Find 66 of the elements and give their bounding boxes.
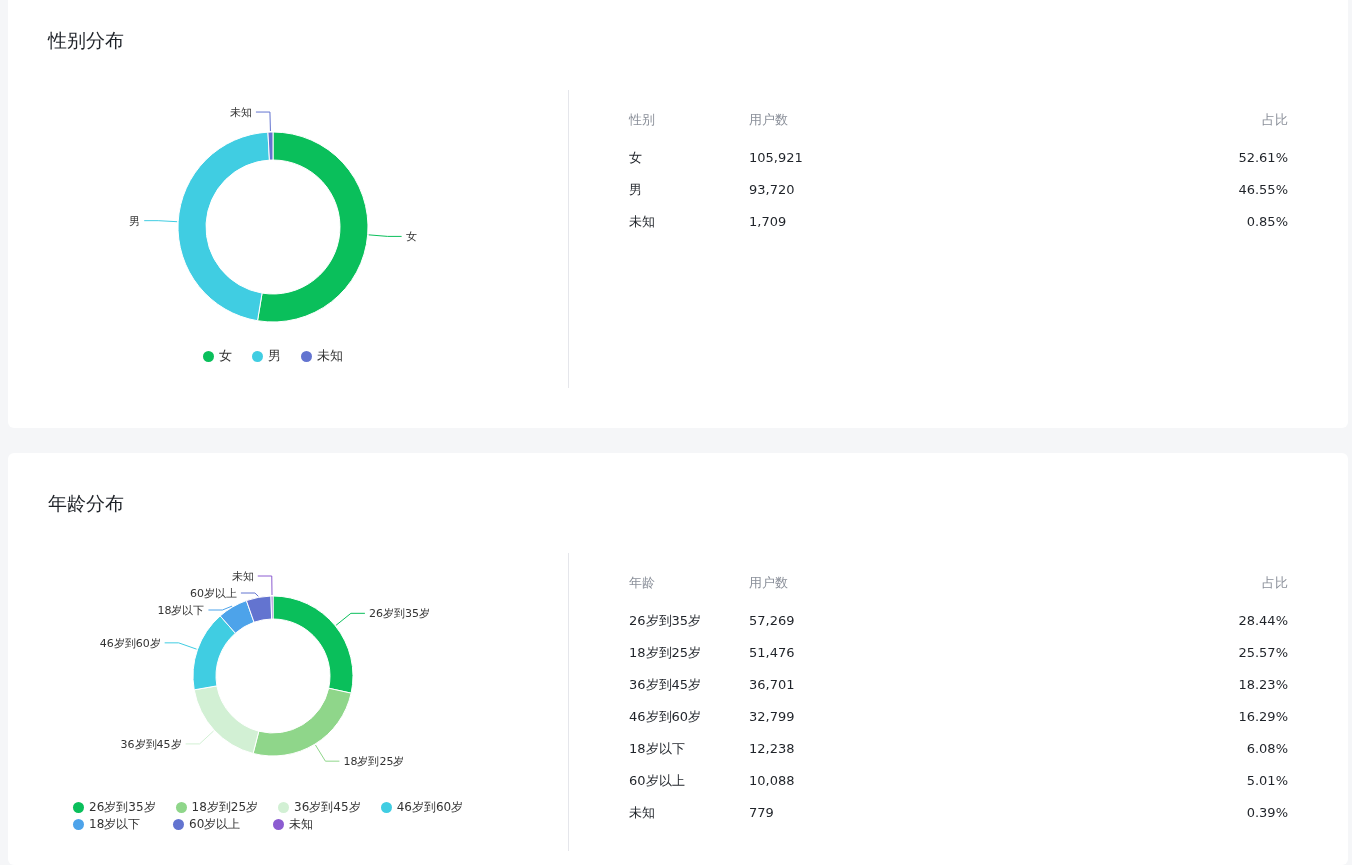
table-cell: 16.29% (1238, 709, 1288, 724)
legend-label: 未知 (289, 816, 313, 833)
table-cell: 46岁到60岁 (629, 709, 702, 724)
table-cell: 女 (629, 150, 642, 165)
table-cell: 36岁到45岁 (629, 677, 702, 692)
table-cell: 5.01% (1246, 773, 1288, 788)
table-cell: 105,921 (749, 150, 803, 165)
column-header: 用户数 (749, 112, 788, 127)
table-cell: 未知 (629, 214, 655, 229)
table-cell: 男 (629, 182, 642, 197)
slice-label: 未知 (229, 106, 252, 120)
table-cell: 779 (749, 805, 774, 820)
column-header: 用户数 (749, 575, 788, 590)
column-header: 性别 (629, 112, 655, 127)
table-cell: 52.61% (1238, 150, 1288, 165)
table-cell: 未知 (629, 805, 655, 820)
slice-label: 60岁以上 (189, 587, 237, 600)
table-cell: 6.08% (1246, 741, 1288, 756)
slice-label: 26岁到35岁 (368, 607, 430, 621)
leader-line (185, 730, 215, 745)
column-header: 占比 (1262, 575, 1288, 590)
section-title: 年龄分布 (48, 491, 124, 515)
slice-label: 46岁到60岁 (99, 636, 161, 650)
leader-line (314, 744, 340, 762)
table-cell: 26岁到35岁 (629, 613, 702, 628)
slice-label: 18岁到25岁 (343, 755, 405, 769)
table-cell: 12,238 (749, 741, 795, 756)
legend-label: 46岁到60岁 (396, 799, 464, 816)
legend-label: 女 (219, 347, 232, 365)
table-cell: 57,269 (749, 613, 795, 628)
table-cell: 60岁以上 (629, 773, 685, 788)
column-header: 年龄 (629, 575, 655, 590)
table-cell: 0.39% (1246, 805, 1288, 820)
table-cell: 18.23% (1238, 677, 1288, 692)
table-cell: 93,720 (749, 182, 795, 197)
slice-label: 18岁以下 (157, 604, 205, 617)
table-cell: 18岁以下 (629, 741, 685, 756)
table-cell: 36,701 (749, 677, 795, 692)
legend-label: 男 (268, 347, 281, 365)
legend-label: 18岁以下 (89, 816, 141, 833)
legend-label: 36岁到45岁 (294, 799, 361, 816)
table-cell: 46.55% (1238, 182, 1288, 197)
table-cell: 1,709 (749, 214, 787, 229)
legend-label: 未知 (317, 347, 343, 365)
slice-label: 男 (129, 214, 141, 228)
legend-label: 26岁到35岁 (89, 799, 156, 816)
leader-line (164, 642, 198, 650)
leader-line (143, 220, 178, 223)
leader-line (255, 111, 271, 132)
table-cell: 51,476 (749, 645, 795, 660)
leader-line (207, 605, 233, 611)
legend-label: 60岁以上 (189, 816, 241, 833)
column-header: 占比 (1262, 112, 1288, 127)
table-cell: 28.44% (1238, 613, 1288, 628)
leader-line (335, 612, 366, 626)
legend-label: 18岁到25岁 (191, 799, 259, 816)
table-cell: 32,799 (749, 709, 795, 724)
slice-label: 女 (405, 230, 417, 244)
slice-label: 未知 (231, 570, 254, 583)
leader-line (368, 234, 403, 237)
table-cell: 25.57% (1238, 645, 1288, 660)
table-cell: 10,088 (749, 773, 795, 788)
table-cell: 0.85% (1246, 214, 1288, 229)
table-cell: 18岁到25岁 (629, 645, 702, 660)
slice-label: 36岁到45岁 (120, 737, 182, 751)
section-title: 性别分布 (48, 28, 124, 52)
